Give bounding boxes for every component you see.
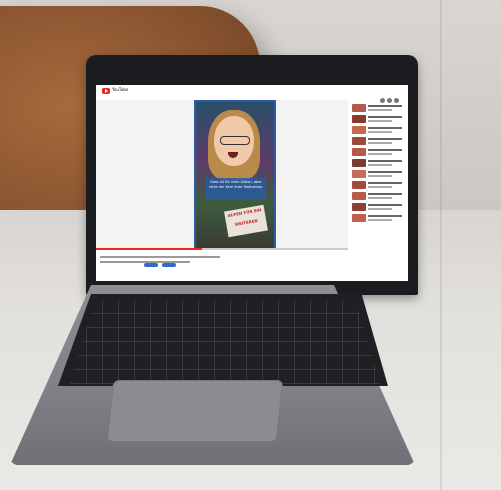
list-item — [352, 104, 406, 113]
keyboard-keys — [70, 300, 380, 384]
list-item — [352, 214, 406, 223]
glasses-icon — [220, 136, 250, 145]
recommendations-sidebar — [352, 99, 406, 279]
video-meta — [100, 253, 348, 277]
progress-bar — [96, 248, 348, 250]
video-caption: Dass ist für viele Aktion, aber nicht de… — [206, 178, 266, 200]
app-name: YouTube — [112, 87, 129, 92]
progress-fill — [96, 248, 202, 250]
photo-scene: YouTube Dass ist für viele Aktion, aber … — [0, 0, 501, 490]
protest-sign: ALPEN FÜR EIN WEITEREN — [224, 204, 268, 238]
trackpad — [106, 380, 284, 442]
laptop-screen: YouTube Dass ist für viele Aktion, aber … — [96, 85, 408, 281]
list-item — [352, 148, 406, 157]
action-button — [144, 263, 158, 267]
list-item — [352, 181, 406, 190]
action-button — [162, 263, 176, 267]
list-item — [352, 137, 406, 146]
list-item — [352, 115, 406, 124]
youtube-logo-icon — [102, 88, 110, 94]
laptop-lid: YouTube Dass ist für viele Aktion, aber … — [86, 55, 418, 295]
video-player: Dass ist für viele Aktion, aber nicht de… — [96, 100, 348, 250]
youtube-header: YouTube — [96, 85, 408, 103]
list-item — [352, 159, 406, 168]
list-item — [352, 192, 406, 201]
sofa-seam — [440, 0, 442, 490]
header-icons — [378, 88, 402, 103]
list-item — [352, 203, 406, 212]
video-frame: Dass ist für viele Aktion, aber nicht de… — [194, 100, 276, 250]
list-item — [352, 170, 406, 179]
list-item — [352, 126, 406, 135]
meta-line — [100, 256, 220, 258]
